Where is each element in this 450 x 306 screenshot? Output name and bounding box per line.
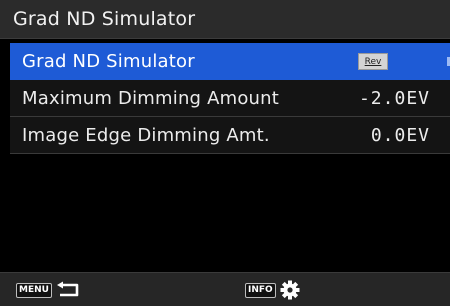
- info-settings-button[interactable]: INFO: [245, 273, 300, 306]
- footer-bar: MENU INFO: [0, 272, 450, 306]
- info-button-label: INFO: [245, 282, 276, 298]
- menu-back-button[interactable]: MENU: [16, 273, 82, 306]
- menu-item-value: 0.0EV: [370, 125, 430, 146]
- menu-item-maximum-dimming-amount[interactable]: Maximum Dimming Amount -2.0EV: [10, 80, 450, 117]
- menu-item-value: -2.0EV: [358, 88, 430, 109]
- gear-icon: [280, 280, 300, 300]
- menu-item-label: Image Edge Dimming Amt.: [22, 124, 270, 146]
- menu-item-image-edge-dimming-amount[interactable]: Image Edge Dimming Amt. 0.0EV: [10, 117, 450, 154]
- camera-menu-screen: Grad ND Simulator Grad ND Simulator Rev …: [0, 0, 450, 306]
- menu-list: Grad ND Simulator Rev Maximum Dimming Am…: [10, 43, 450, 154]
- menu-item-label: Maximum Dimming Amount: [22, 87, 280, 109]
- menu-button-label: MENU: [16, 282, 52, 298]
- rev-badge-icon: Rev: [358, 53, 388, 70]
- rev-badge-label: Rev: [364, 56, 382, 67]
- menu-item-label: Grad ND Simulator: [22, 50, 195, 72]
- title-bar: Grad ND Simulator: [0, 0, 450, 39]
- menu-item-grad-nd-simulator[interactable]: Grad ND Simulator Rev: [10, 43, 450, 80]
- return-arrow-icon: [56, 281, 82, 299]
- page-title: Grad ND Simulator: [13, 8, 196, 30]
